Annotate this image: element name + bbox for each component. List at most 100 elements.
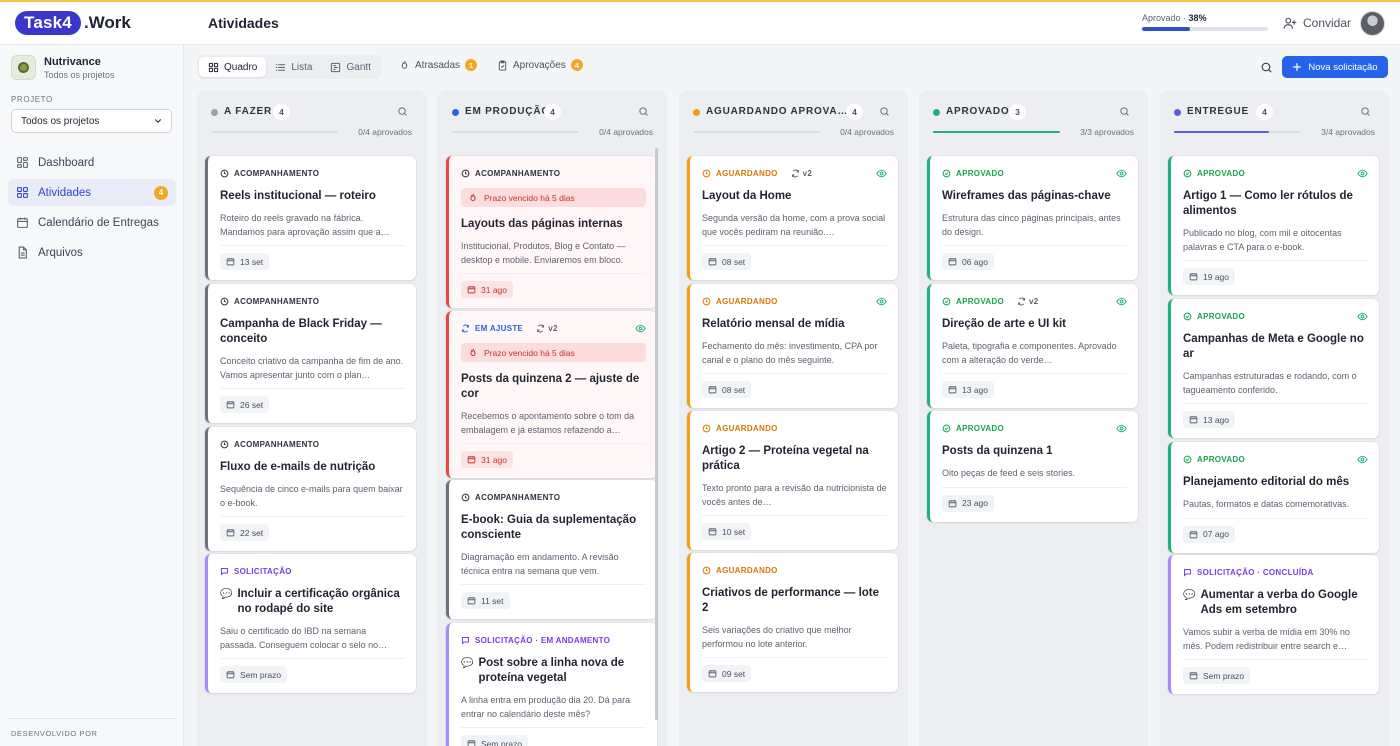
due-date-chip: 08 set — [702, 381, 752, 398]
new-request-button[interactable]: Nova solicitação — [1282, 56, 1388, 78]
task-card[interactable]: APROVADO Artigo 1 — Como ler rótulos de a… — [1168, 156, 1379, 295]
card-footer: 13 ago — [1183, 403, 1368, 438]
column-progress-label: 0/4 aprovados — [840, 127, 894, 137]
eye-icon[interactable] — [876, 296, 887, 307]
due-date-chip: 09 set — [702, 665, 752, 682]
sidebar-item-calendario[interactable]: Calendário de Entregas — [8, 209, 176, 236]
card-title: 💬 Incluir a certificação orgânica no roda… — [220, 588, 400, 615]
check-circle-icon — [942, 169, 951, 178]
eye-icon[interactable] — [1357, 454, 1368, 465]
clock-icon — [220, 440, 229, 449]
search-icon[interactable] — [1260, 61, 1273, 74]
column-scrollbar[interactable] — [655, 148, 658, 720]
overdue-banner: Prazo vencido há 5 dias — [461, 188, 646, 207]
task-card[interactable]: APROVADO Posts da quinzena 1 Oito peças de… — [927, 411, 1138, 522]
tab-quadro[interactable]: Quadro — [199, 57, 267, 77]
filter-atrasadas[interactable]: Atrasadas 1 — [399, 59, 478, 71]
task-card[interactable]: AGUARDANDO Relatório mensal de mídia Fecha… — [687, 284, 898, 408]
invite-label: Convidar — [1303, 16, 1352, 30]
calendar-icon — [708, 527, 717, 536]
task-card[interactable]: APROVADO Planejamento editorial do mês Pau… — [1168, 442, 1379, 553]
task-card[interactable]: ACOMPANHAMENTO Reels institucional — rote… — [205, 156, 416, 280]
filter-aprovacoes[interactable]: Aprovações 4 — [497, 59, 583, 71]
workspace-logo — [11, 55, 36, 80]
top-bar: Task4 .Work Atividades Aprovado · 38% Co… — [0, 0, 1400, 45]
card-description: Campanhas estruturadas e rodando, com o … — [1183, 371, 1357, 395]
calendar-icon — [467, 455, 476, 464]
calendar-icon — [948, 499, 957, 508]
task-card[interactable]: AGUARDANDO v2 Layout da Home Segunda versão… — [687, 156, 898, 280]
user-avatar[interactable] — [1360, 11, 1385, 36]
project-select[interactable]: Todos os projetos — [11, 109, 172, 133]
column-count-badge: 3 — [1009, 104, 1026, 120]
task-card[interactable]: AGUARDANDO Criativos de performance — lot… — [687, 553, 898, 692]
search-icon[interactable] — [879, 106, 890, 117]
calendar-icon — [708, 669, 717, 678]
eye-icon[interactable] — [1357, 168, 1368, 179]
card-footer: 09 set — [702, 657, 887, 692]
search-icon[interactable] — [397, 106, 408, 117]
eye-icon[interactable] — [1357, 311, 1368, 322]
eye-icon[interactable] — [1116, 423, 1127, 434]
version-badge: v2 — [536, 324, 558, 333]
column-progress-label: 3/3 aprovados — [1080, 127, 1134, 137]
task-card[interactable]: EM AJUSTE v2 Prazo vencido há 5 dias Posts … — [446, 311, 657, 478]
tab-lista[interactable]: Lista — [266, 57, 321, 77]
eye-icon[interactable] — [635, 323, 646, 334]
card-title: Posts da quinzena 1 — [942, 445, 1053, 457]
grid-icon — [16, 186, 29, 199]
app-logo[interactable]: Task4 .Work — [15, 11, 131, 35]
flame-icon — [468, 348, 478, 358]
card-description: Recebemos o apontamento sobre o tom da e… — [461, 411, 635, 435]
card-status-tag: APROVADO — [1197, 454, 1246, 464]
card-footer: 13 set — [220, 245, 405, 280]
chevron-down-icon — [153, 116, 163, 126]
task-card[interactable]: APROVADO v2 Direção de arte e UI kit Paleta… — [927, 284, 1138, 408]
task-card[interactable]: APROVADO Wireframes das páginas-chave Estr… — [927, 156, 1138, 280]
column-progress-track — [211, 131, 338, 133]
column-title: APROVADO — [946, 106, 1010, 117]
task-card[interactable]: ACOMPANHAMENTO E-book: Guia da suplementa… — [446, 480, 657, 619]
eye-icon[interactable] — [1116, 296, 1127, 307]
workspace-switcher[interactable]: Nutrivance Todos os projetos — [11, 55, 115, 80]
task-card[interactable]: SOLICITAÇÃO 💬 Incluir a certificação orgân… — [205, 554, 416, 693]
card-tag-row: SOLICITAÇÃO — [220, 565, 405, 577]
search-icon[interactable] — [638, 106, 649, 117]
search-icon[interactable] — [1119, 106, 1130, 117]
task-card[interactable]: APROVADO Campanhas de Meta e Google no ar… — [1168, 299, 1379, 438]
card-status-tag: ACOMPANHAMENTO — [234, 168, 320, 178]
task-card[interactable]: ACOMPANHAMENTO Prazo vencido há 5 dias Lay… — [446, 156, 657, 308]
message-icon — [220, 567, 229, 576]
card-tag-row: APROVADO — [1183, 167, 1368, 179]
task-card[interactable]: SOLICITAÇÃO · EM ANDAMENTO 💬 Post sobre a … — [446, 623, 657, 746]
task-card[interactable]: AGUARDANDO Artigo 2 — Proteína vegetal na… — [687, 411, 898, 550]
card-description: Oito peças de feed e seis stories. — [942, 468, 1076, 478]
task-card[interactable]: ACOMPANHAMENTO Campanha de Black Friday —… — [205, 284, 416, 423]
search-icon[interactable] — [1360, 106, 1371, 117]
task-card[interactable]: ACOMPANHAMENTO Fluxo de e-mails de nutriç… — [205, 427, 416, 551]
calendar-icon — [16, 216, 29, 229]
calendar-icon — [1189, 415, 1198, 424]
task-card[interactable]: SOLICITAÇÃO · CONCLUÍDA 💬 Aumentar a verba… — [1168, 555, 1379, 694]
card-footer: 07 ago — [1183, 517, 1368, 553]
card-tag-row: APROVADO v2 — [942, 295, 1127, 307]
sidebar-item-arquivos[interactable]: Arquivos — [8, 239, 176, 266]
due-date-chip: 31 ago — [461, 281, 513, 298]
card-description: Sequência de cinco e-mails para quem bai… — [220, 484, 403, 508]
sidebar-item-atividades[interactable]: Atividades 4 — [8, 179, 176, 206]
tab-gantt[interactable]: Gantt — [321, 57, 379, 77]
card-footer: 08 set — [702, 245, 887, 280]
atividades-count-badge: 4 — [154, 185, 168, 200]
refresh-icon — [536, 324, 545, 333]
card-description: Publicado no blog, com mil e oitocentas … — [1183, 228, 1342, 252]
invite-button[interactable]: Convidar — [1283, 16, 1351, 30]
card-status-tag: EM AJUSTE — [475, 323, 524, 333]
logo-suffix: .Work — [83, 13, 131, 32]
eye-icon[interactable] — [876, 168, 887, 179]
due-date-chip: Sem prazo — [461, 735, 529, 746]
sidebar-item-dashboard[interactable]: Dashboard — [8, 149, 176, 176]
eye-icon[interactable] — [1116, 168, 1127, 179]
due-date-chip: 23 ago — [942, 494, 994, 512]
project-select-value: Todos os projetos — [21, 115, 100, 127]
board-icon — [208, 62, 219, 73]
